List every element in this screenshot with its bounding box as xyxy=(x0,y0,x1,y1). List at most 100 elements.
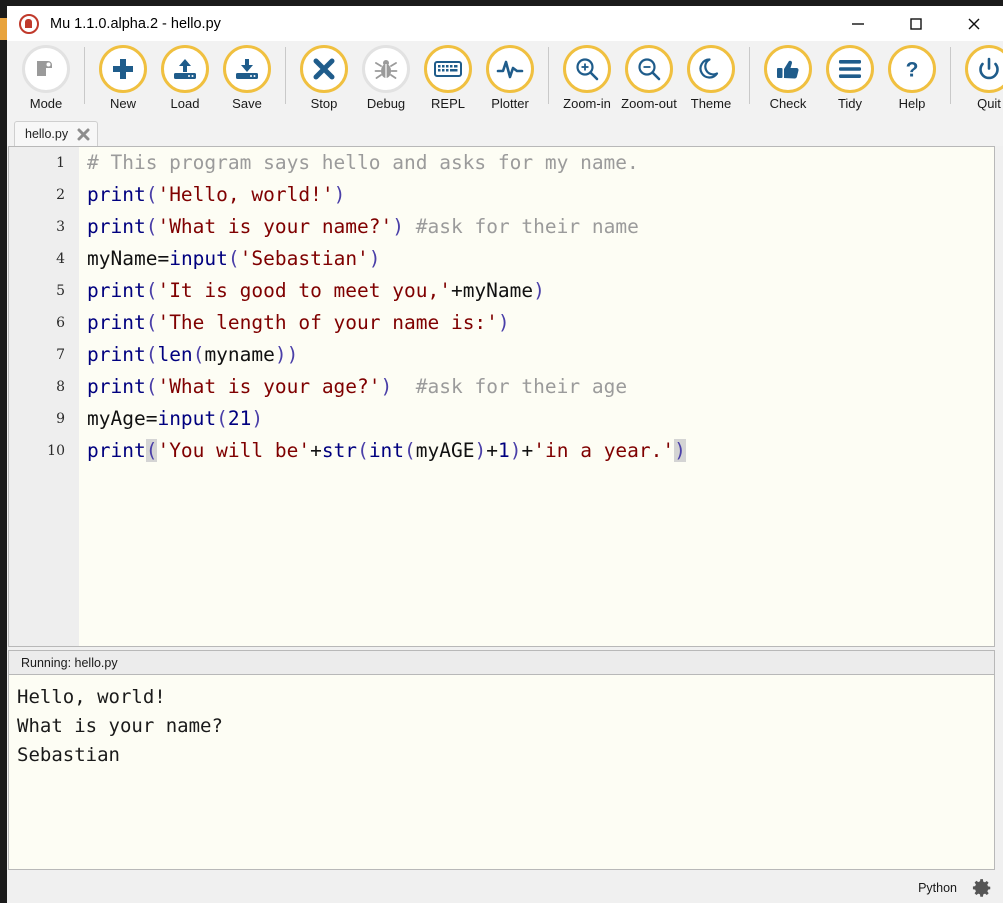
window-left-accent xyxy=(0,18,7,40)
code-token: + xyxy=(310,439,322,462)
minimize-icon[interactable] xyxy=(829,6,887,41)
code-token: 'in a year.' xyxy=(533,439,675,462)
code-token: # This program says hello and asks for m… xyxy=(87,151,639,174)
toolbar-label-tidy: Tidy xyxy=(837,96,863,111)
save-icon xyxy=(223,45,271,93)
mu-logo-icon xyxy=(19,13,39,34)
toolbar-button-debug[interactable]: Debug xyxy=(355,41,417,111)
toolbar-label-help: Help xyxy=(898,96,926,111)
toolbar-separator xyxy=(84,47,85,104)
code-line[interactable]: print('It is good to meet you,'+myName) xyxy=(79,275,994,307)
code-token: ) xyxy=(509,439,522,462)
code-token: ) xyxy=(392,215,405,238)
toolbar-button-load[interactable]: Load xyxy=(154,41,216,111)
toolbar-button-zoom-out[interactable]: Zoom-out xyxy=(618,41,680,111)
toolbar-separator xyxy=(950,47,951,104)
line-number: 3 xyxy=(56,219,65,235)
close-icon[interactable] xyxy=(76,127,90,141)
editor-tab-bar: hello.py xyxy=(7,118,1003,146)
plotter-icon xyxy=(486,45,534,93)
code-token: print xyxy=(87,279,146,302)
toolbar-button-plotter[interactable]: Plotter xyxy=(479,41,541,111)
line-number: 4 xyxy=(56,251,65,267)
line-number: 6 xyxy=(56,315,65,331)
toolbar-button-theme[interactable]: Theme xyxy=(680,41,742,111)
toolbar-label-plotter: Plotter xyxy=(491,96,529,111)
code-token: ( xyxy=(145,375,158,398)
code-token: ) xyxy=(368,247,381,270)
code-token: print xyxy=(87,311,146,334)
code-token: ) xyxy=(251,407,264,430)
code-token: ( xyxy=(192,343,205,366)
code-token: ( xyxy=(145,183,158,206)
toolbar-button-save[interactable]: Save xyxy=(216,41,278,111)
console-output-line: Sebastian xyxy=(17,744,120,766)
code-text-area[interactable]: # This program says hello and asks for m… xyxy=(79,147,994,646)
toolbar-button-quit[interactable]: Quit xyxy=(958,41,1003,111)
code-token: ( xyxy=(145,343,158,366)
tab-label: hello.py xyxy=(25,127,69,141)
line-number: 10 xyxy=(47,443,65,459)
code-line[interactable]: print('Hello, world!') xyxy=(79,179,994,211)
code-token: str xyxy=(321,439,358,462)
toolbar-label-check: Check xyxy=(769,96,807,111)
console-output-line: Hello, world! xyxy=(17,686,166,708)
toolbar-button-stop[interactable]: Stop xyxy=(293,41,355,111)
toolbar-button-new[interactable]: New xyxy=(92,41,154,111)
stop-icon xyxy=(300,45,348,93)
question-mark-icon: ? xyxy=(888,45,936,93)
runner-status-bar: Running: hello.py xyxy=(8,650,995,674)
toolbar-label-stop: Stop xyxy=(310,96,338,111)
toolbar-button-check[interactable]: Check xyxy=(757,41,819,111)
main-toolbar: Mode New Load Save Stop Debug REPL Plott… xyxy=(7,41,1003,118)
code-token: ) xyxy=(497,311,510,334)
zoom-in-icon xyxy=(563,45,611,93)
code-token: 'Hello, world!' xyxy=(157,183,334,206)
code-line[interactable]: print('What is your age?') #ask for thei… xyxy=(79,371,994,403)
output-console[interactable]: Hello, world! What is your name? Sebastian xyxy=(8,674,995,870)
close-icon[interactable] xyxy=(945,6,1003,41)
code-token: ( xyxy=(145,279,158,302)
code-line[interactable]: print('What is your name?') #ask for the… xyxy=(79,211,994,243)
code-token: +myName xyxy=(450,279,534,302)
toolbar-button-zoom-in[interactable]: Zoom-in xyxy=(556,41,618,111)
code-token: myAge xyxy=(87,407,146,430)
zoom-out-icon xyxy=(625,45,673,93)
code-line[interactable]: print('You will be'+str(int(myAGE)+1)+'i… xyxy=(79,435,994,467)
gear-icon[interactable] xyxy=(969,875,995,901)
line-number: 2 xyxy=(56,187,65,203)
code-line[interactable]: myName=input('Sebastian') xyxy=(79,243,994,275)
code-token: ( xyxy=(227,247,240,270)
code-line[interactable]: myAge=input(21) xyxy=(79,403,994,435)
tab-hello-py[interactable]: hello.py xyxy=(14,121,99,146)
code-token: 'It is good to meet you,' xyxy=(157,279,451,302)
code-token: len xyxy=(157,343,193,366)
toolbar-button-help[interactable]: ? Help xyxy=(881,41,943,111)
tidy-icon xyxy=(826,45,874,93)
new-icon xyxy=(99,45,147,93)
code-token: ( xyxy=(216,407,228,430)
code-token: ( xyxy=(145,311,158,334)
code-token: input xyxy=(169,247,228,270)
maximize-icon[interactable] xyxy=(887,6,945,41)
line-number-gutter: 1 2 3 4 5 6 7 8 9 10 xyxy=(9,147,79,646)
code-token: 1 xyxy=(498,439,510,462)
code-token: 'What is your name?' xyxy=(157,215,393,238)
toolbar-button-tidy[interactable]: Tidy xyxy=(819,41,881,111)
code-line[interactable]: print('The length of your name is:') xyxy=(79,307,994,339)
code-token: + xyxy=(486,439,498,462)
toolbar-button-mode[interactable]: Mode xyxy=(15,41,77,111)
thumbs-up-icon xyxy=(764,45,812,93)
code-editor[interactable]: 1 2 3 4 5 6 7 8 9 10 # This program says hello an… xyxy=(8,146,995,647)
code-token: 'The length of your name is:' xyxy=(157,311,498,334)
code-token: ( xyxy=(145,439,158,462)
line-number: 9 xyxy=(56,411,65,427)
code-token: print xyxy=(87,375,146,398)
code-token: print xyxy=(87,343,146,366)
toolbar-button-repl[interactable]: REPL xyxy=(417,41,479,111)
toolbar-label-load: Load xyxy=(170,96,200,111)
code-line[interactable]: # This program says hello and asks for m… xyxy=(79,147,994,179)
code-line[interactable]: print(len(myname)) xyxy=(79,339,994,371)
code-token: print xyxy=(87,439,146,462)
